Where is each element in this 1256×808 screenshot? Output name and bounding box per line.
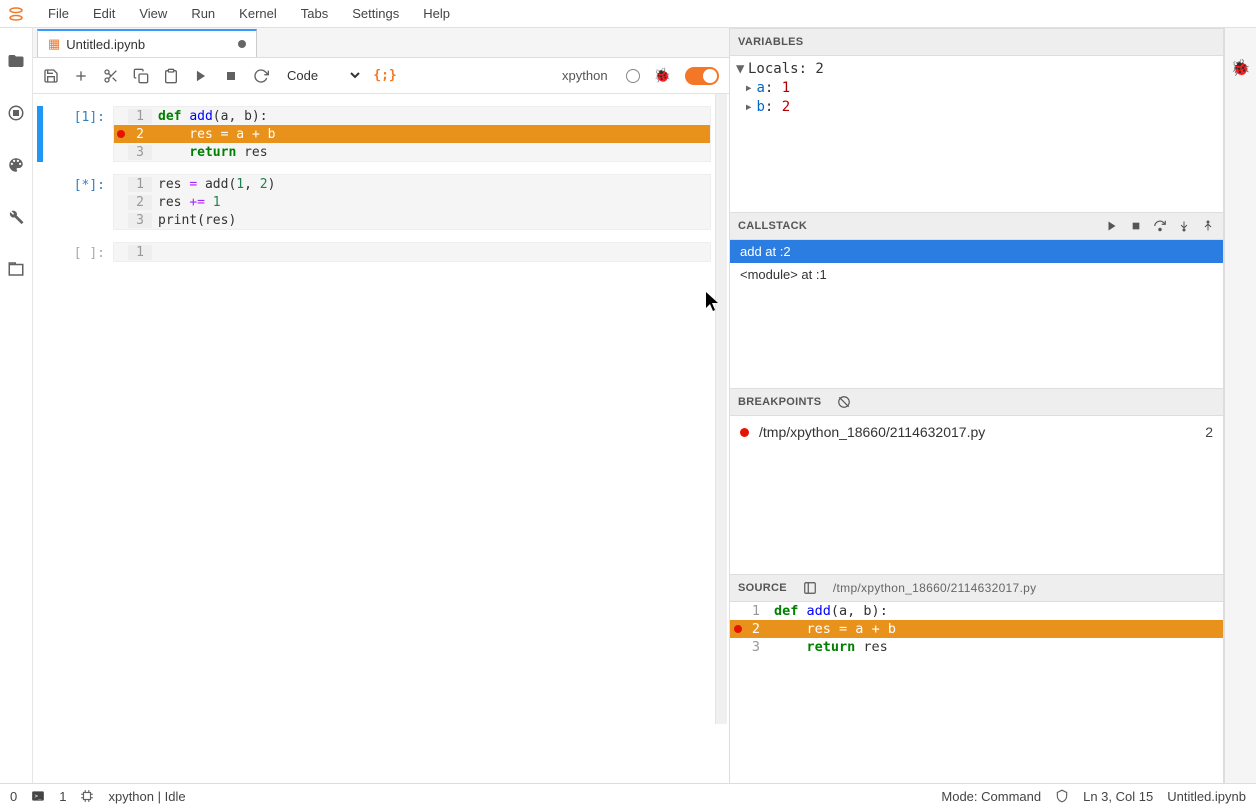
continue-icon[interactable] [1105, 219, 1119, 233]
debug-toggle[interactable] [685, 67, 719, 85]
breakpoints-header: BREAKPOINTS [730, 388, 1223, 416]
cell-editor[interactable]: 1 [113, 242, 711, 262]
kernel-status-icon[interactable] [626, 69, 640, 83]
tab-bar: ▦ Untitled.ipynb [33, 28, 729, 58]
menu-view[interactable]: View [127, 0, 179, 27]
menu-edit[interactable]: Edit [81, 0, 127, 27]
jupyter-logo [6, 4, 26, 24]
source-header: SOURCE /tmp/xpython_18660/2114632017.py [730, 574, 1223, 602]
menu-run[interactable]: Run [179, 0, 227, 27]
terminate-icon[interactable] [1129, 219, 1143, 233]
wrench-icon[interactable] [7, 208, 25, 226]
callstack-frame[interactable]: <module> at :1 [730, 263, 1223, 286]
cell-prompt: [1]: [49, 106, 113, 162]
restart-icon[interactable] [253, 68, 269, 84]
breakpoint-row[interactable]: /tmp/xpython_18660/2114632017.py2 [730, 416, 1223, 448]
menu-settings[interactable]: Settings [340, 0, 411, 27]
trusted-icon[interactable] [1055, 789, 1069, 803]
debugger-tab-icon[interactable]: 🐞 [1231, 58, 1251, 783]
cut-icon[interactable] [103, 68, 119, 84]
debug-bug-icon: 🐞 [654, 67, 671, 84]
debugger-panel: VARIABLES ▼Locals: 2 ▸a: 1 ▸b: 2 CALLSTA… [730, 28, 1224, 783]
clear-breakpoints-icon[interactable] [837, 395, 851, 409]
status-kernel[interactable]: xpython | Idle [108, 789, 185, 804]
breakpoint-dot-icon [740, 428, 749, 437]
status-terminals[interactable]: 1 [59, 789, 66, 804]
cell-editor[interactable]: 1res = add(1, 2)2res += 13print(res) [113, 174, 711, 230]
menu-file[interactable]: File [36, 0, 81, 27]
menu-help[interactable]: Help [411, 0, 462, 27]
callstack-frame[interactable]: add at :2 [730, 240, 1223, 263]
status-pos[interactable]: Ln 3, Col 15 [1083, 789, 1153, 804]
code-cell[interactable]: [ ]:1 [33, 240, 729, 264]
copy-icon[interactable] [133, 68, 149, 84]
scrollbar[interactable] [715, 94, 727, 724]
callstack-body[interactable]: add at :2<module> at :1 [730, 240, 1223, 388]
menubar: FileEditViewRunKernelTabsSettingsHelp [0, 0, 1256, 28]
step-over-icon[interactable] [1153, 219, 1167, 233]
step-into-icon[interactable] [1177, 219, 1191, 233]
folder-icon[interactable] [7, 52, 25, 70]
tab-title: Untitled.ipynb [66, 37, 145, 52]
running-icon[interactable] [7, 104, 25, 122]
tabs-icon[interactable] [7, 260, 25, 278]
svg-text:>_: >_ [35, 794, 43, 800]
stop-icon[interactable] [223, 68, 239, 84]
run-icon[interactable] [193, 68, 209, 84]
render-icon[interactable]: {;} [377, 68, 393, 84]
breakpoints-body[interactable]: /tmp/xpython_18660/2114632017.py2 [730, 416, 1223, 574]
variables-body[interactable]: ▼Locals: 2 ▸a: 1 ▸b: 2 [730, 56, 1223, 212]
variables-header: VARIABLES [730, 28, 1223, 56]
kernel-chip-icon[interactable] [80, 789, 94, 803]
source-path: /tmp/xpython_18660/2114632017.py [833, 581, 1037, 595]
palette-icon[interactable] [7, 156, 25, 174]
open-source-icon[interactable] [803, 581, 817, 595]
save-icon[interactable] [43, 68, 59, 84]
notebook-panel: ▦ Untitled.ipynb Code {;} xpython 🐞 [1]:… [33, 28, 730, 783]
right-sidebar: 🐞 [1224, 28, 1256, 783]
tab-notebook[interactable]: ▦ Untitled.ipynb [37, 29, 257, 57]
notebook-body[interactable]: [1]:1def add(a, b):2 res = a + b3 return… [33, 94, 729, 783]
step-out-icon[interactable] [1201, 219, 1215, 233]
add-cell-icon[interactable] [73, 68, 89, 84]
code-cell[interactable]: [1]:1def add(a, b):2 res = a + b3 return… [33, 104, 729, 164]
paste-icon[interactable] [163, 68, 179, 84]
breakpoint-icon[interactable] [117, 130, 125, 138]
source-body[interactable]: 1def add(a, b):2 res = a + b3 return res [730, 602, 1223, 783]
menu-tabs[interactable]: Tabs [289, 0, 340, 27]
variable-row[interactable]: ▸a: 1 [736, 79, 1217, 98]
terminal-icon[interactable]: >_ [31, 789, 45, 803]
breakpoint-icon[interactable] [734, 625, 742, 633]
code-cell[interactable]: [*]:1res = add(1, 2)2res += 13print(res) [33, 172, 729, 232]
kernel-name[interactable]: xpython [562, 68, 608, 83]
notebook-file-icon: ▦ [48, 36, 60, 52]
dirty-indicator-icon [238, 40, 246, 48]
status-mode[interactable]: Mode: Command [941, 789, 1041, 804]
callstack-header: CALLSTACK [730, 212, 1223, 240]
activity-bar [0, 28, 33, 783]
status-file[interactable]: Untitled.ipynb [1167, 789, 1246, 804]
notebook-toolbar: Code {;} xpython 🐞 [33, 58, 729, 94]
cell-prompt: [ ]: [49, 242, 113, 262]
status-bar: 0 >_ 1 xpython | Idle Mode: Command Ln 3… [0, 783, 1256, 808]
cell-prompt: [*]: [49, 174, 113, 230]
status-count[interactable]: 0 [10, 789, 17, 804]
celltype-select[interactable]: Code [283, 67, 363, 84]
variable-row[interactable]: ▸b: 2 [736, 98, 1217, 117]
menu-kernel[interactable]: Kernel [227, 0, 289, 27]
cell-editor[interactable]: 1def add(a, b):2 res = a + b3 return res [113, 106, 711, 162]
